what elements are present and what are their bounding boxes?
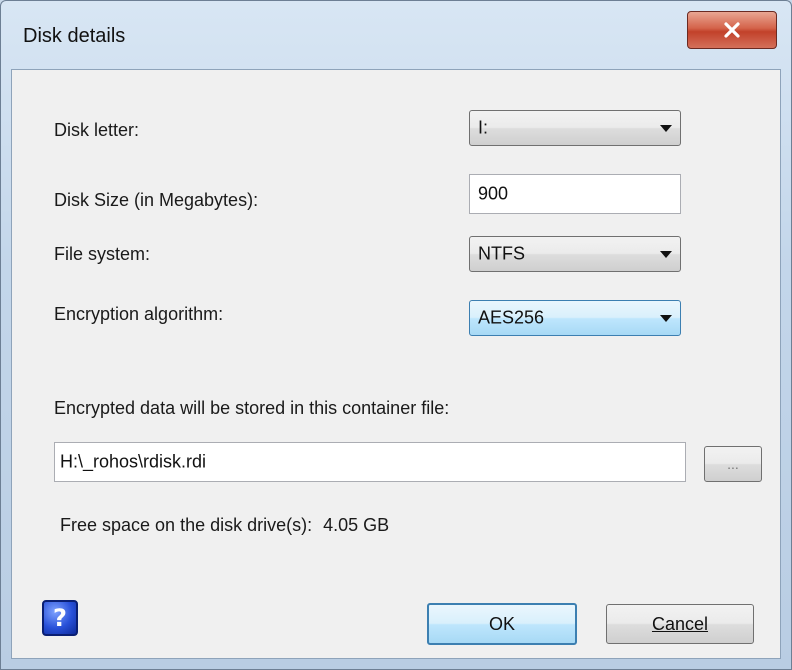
dialog-window: Disk details Disk letter: I: Disk Size (… (0, 0, 792, 670)
encryption-algorithm-label: Encryption algorithm: (54, 304, 224, 324)
chevron-down-icon (660, 125, 672, 132)
disk-letter-value: I: (478, 117, 489, 138)
disk-size-label: Disk Size (in Megabytes): (54, 190, 259, 210)
container-file-path: H:\_rohos\rdisk.rdi (60, 451, 207, 472)
free-space-text: Free space on the disk drive(s): (60, 515, 313, 535)
ok-button[interactable]: OK (427, 603, 577, 645)
help-button[interactable]: ? (42, 600, 78, 636)
help-question-icon: ? (53, 604, 67, 632)
disk-letter-label: Disk letter: (54, 120, 140, 140)
window-title: Disk details (23, 25, 126, 47)
browse-button[interactable]: ... (704, 446, 762, 482)
cancel-label: Cancel (651, 613, 709, 634)
disk-size-value: 900 (478, 183, 509, 204)
free-space-label: Free space on the disk drive(s): 4.05 GB (60, 515, 389, 536)
disk-size-input[interactable]: 900 (469, 174, 681, 214)
free-space-value: 4.05 GB (323, 515, 390, 535)
container-file-label: Encrypted data will be stored in this co… (54, 398, 450, 418)
disk-letter-select[interactable]: I: (469, 110, 681, 146)
close-button[interactable] (687, 11, 777, 49)
dialog-body: Disk letter: I: Disk Size (in Megabytes)… (11, 69, 781, 659)
chevron-down-icon (660, 315, 672, 322)
close-x-icon (724, 22, 740, 38)
file-system-value: NTFS (478, 243, 525, 264)
encryption-algorithm-value: AES256 (478, 307, 545, 328)
cancel-button[interactable]: Cancel (606, 604, 754, 644)
file-system-select[interactable]: NTFS (469, 236, 681, 272)
chevron-down-icon (660, 251, 672, 258)
encryption-algorithm-select[interactable]: AES256 (469, 300, 681, 336)
container-file-input[interactable]: H:\_rohos\rdisk.rdi (54, 442, 686, 482)
file-system-label: File system: (54, 244, 151, 264)
title-bar[interactable]: Disk details (1, 1, 791, 69)
